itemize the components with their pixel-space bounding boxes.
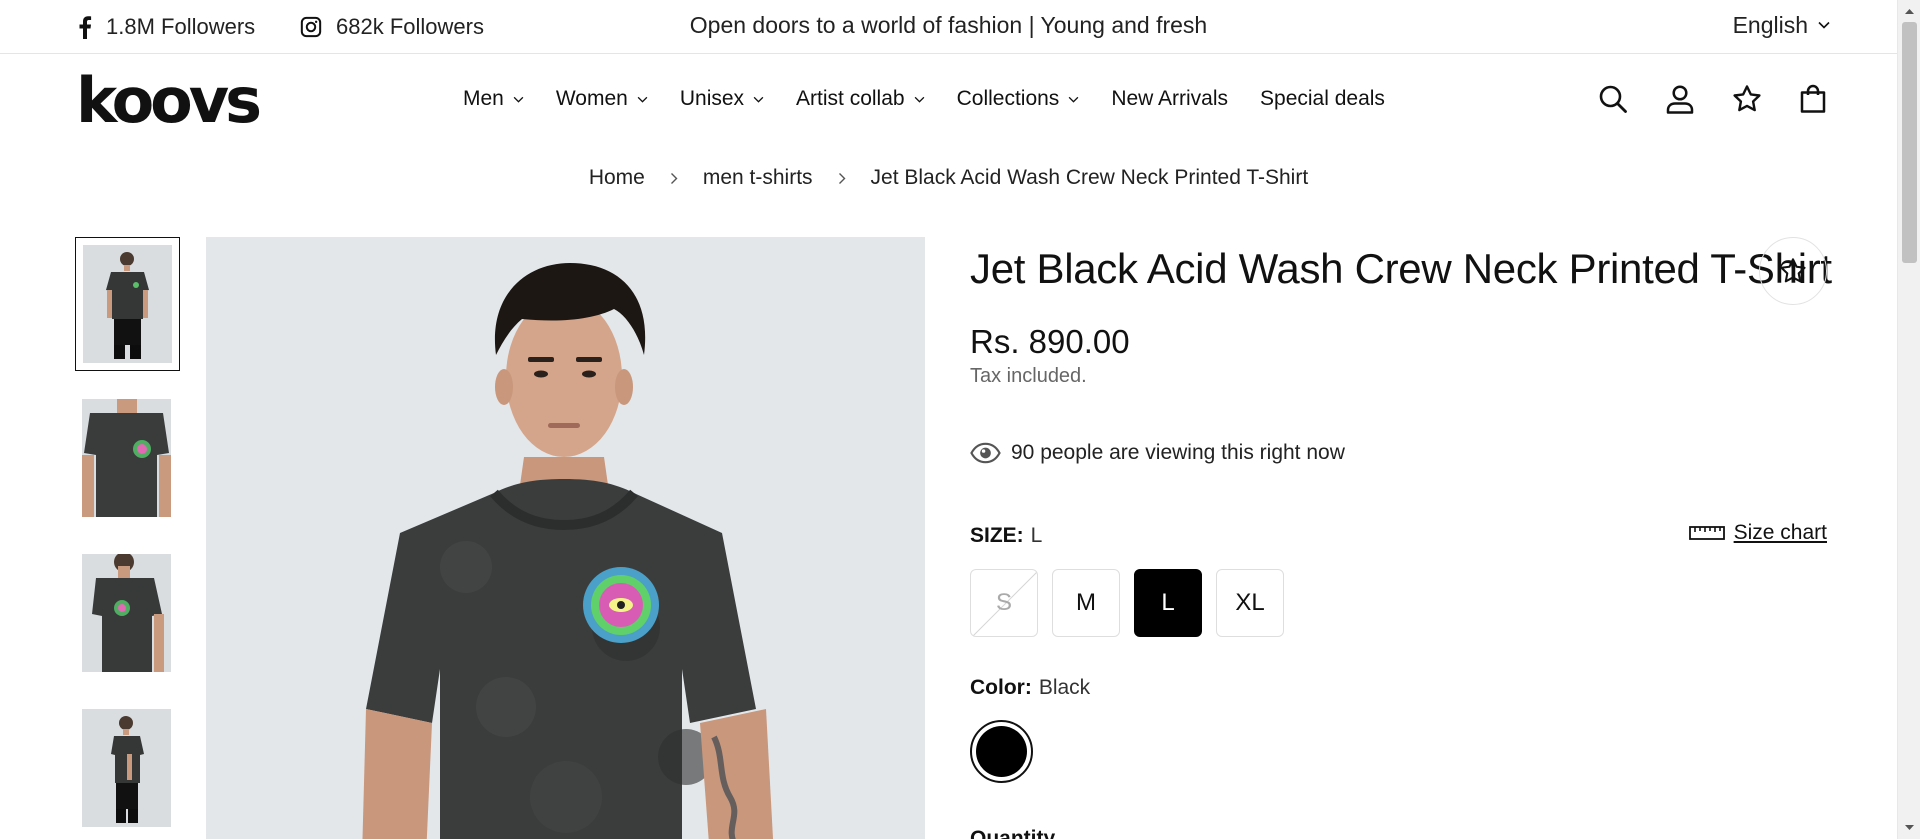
announcement-bar: 1.8M Followers 682k Followers Open doors… (0, 0, 1897, 54)
chevron-down-icon (513, 96, 524, 103)
account-icon (1666, 85, 1694, 114)
nav-label: Men (463, 87, 504, 110)
nav-label: New Arrivals (1111, 87, 1229, 110)
size-option-row: SIZE: L Size chart (970, 521, 1827, 551)
product-price: Rs. 890.00 (970, 323, 1130, 360)
color-label: Color: (970, 676, 1032, 699)
nav-item-artist-collab[interactable]: Artist collab (796, 87, 925, 111)
search-button[interactable] (1598, 84, 1628, 114)
size-label: SIZE: (970, 524, 1024, 547)
scroll-up-arrow[interactable] (1898, 0, 1920, 22)
search-icon (1599, 85, 1627, 113)
add-to-wishlist-button[interactable] (1759, 237, 1827, 305)
product-title: Jet Black Acid Wash Crew Neck Printed T-… (970, 245, 1832, 292)
size-option-label: S (995, 589, 1012, 616)
chevron-down-icon (914, 96, 924, 103)
chevron-down-icon (1068, 96, 1079, 103)
account-button[interactable] (1665, 84, 1695, 114)
nav-item-unisex[interactable]: Unisex (680, 87, 764, 111)
size-option-label: M (1076, 589, 1096, 616)
chevron-down-icon (1818, 21, 1830, 29)
tax-note: Tax included. (970, 365, 1087, 387)
ruler-icon (1688, 526, 1725, 540)
breadcrumb: Home men t-shirts Jet Black Acid Wash Cr… (0, 160, 1897, 196)
color-selected-value: Black (1038, 676, 1091, 699)
size-option-label: L (1161, 589, 1175, 616)
nav-label: Collections (956, 87, 1060, 110)
chevron-down-icon (637, 96, 648, 103)
thumbnail-side[interactable] (75, 547, 180, 681)
chevron-right-icon (670, 172, 678, 185)
thumbnail-front[interactable] (75, 237, 180, 371)
star-icon (1780, 258, 1806, 283)
nav-label: Artist collab (796, 87, 905, 110)
cart-button[interactable] (1799, 84, 1827, 114)
cart-icon (1800, 84, 1826, 113)
size-options: S M L XL (970, 569, 1298, 637)
scroll-down-arrow[interactable] (1898, 817, 1920, 839)
size-selected-value: L (1030, 524, 1043, 547)
viewers-text: 90 people are viewing this right now (1011, 441, 1345, 464)
size-option-label: XL (1235, 589, 1265, 616)
language-selector[interactable]: English (1733, 0, 1830, 50)
thumbnail-front-closeup[interactable] (75, 392, 180, 526)
size-option-s[interactable]: S (970, 569, 1038, 637)
nav-item-women[interactable]: Women (556, 87, 648, 111)
logo[interactable]: koovs (76, 70, 262, 132)
nav-label: Women (555, 87, 628, 110)
nav-label: Unisex (679, 87, 745, 110)
color-swatch-black[interactable] (970, 720, 1033, 783)
site-header: koovs Men Women Unisex Artist collab Col… (0, 54, 1897, 144)
scroll-thumb[interactable] (1902, 22, 1917, 263)
breadcrumb-category[interactable]: men t-shirts (703, 166, 813, 190)
nav-label: Special deals (1260, 87, 1385, 110)
breadcrumb-home[interactable]: Home (589, 166, 645, 190)
size-option-l[interactable]: L (1134, 569, 1202, 637)
size-option-m[interactable]: M (1052, 569, 1120, 637)
chevron-down-icon (753, 96, 764, 103)
color-option-row: Color: Black (970, 673, 1090, 703)
thumbnail-profile[interactable] (75, 702, 180, 836)
size-chart-label: Size chart (1733, 521, 1827, 544)
header-icons (1561, 54, 1827, 144)
language-label: English (1732, 11, 1808, 38)
product-thumbnail-image (82, 399, 171, 517)
wishlist-icon (1733, 85, 1761, 112)
wishlist-button[interactable] (1732, 84, 1762, 114)
product-thumbnail-image (82, 554, 171, 672)
size-chart-link[interactable]: Size chart (1688, 521, 1827, 545)
main-nav: Men Women Unisex Artist collab Collectio… (463, 54, 1417, 144)
nav-item-special-deals[interactable]: Special deals (1260, 87, 1385, 111)
breadcrumb-current: Jet Black Acid Wash Crew Neck Printed T-… (870, 166, 1309, 189)
quantity-label: Quantity (970, 827, 1056, 839)
page-scrollbar[interactable] (1897, 0, 1920, 839)
nav-item-collections[interactable]: Collections (957, 87, 1080, 111)
announcement-message: Open doors to a world of fashion | Young… (689, 12, 1208, 38)
color-swatch-fill (976, 726, 1027, 777)
chevron-right-icon (838, 172, 846, 185)
size-option-xl[interactable]: XL (1216, 569, 1284, 637)
nav-item-new-arrivals[interactable]: New Arrivals (1111, 87, 1228, 111)
product-main-image[interactable] (206, 237, 925, 839)
eye-icon (970, 442, 1001, 464)
product-thumbnail-image (82, 709, 171, 827)
live-viewers: 90 people are viewing this right now (970, 441, 1345, 465)
nav-item-men[interactable]: Men (463, 87, 524, 111)
product-thumbnail-image (83, 245, 172, 363)
